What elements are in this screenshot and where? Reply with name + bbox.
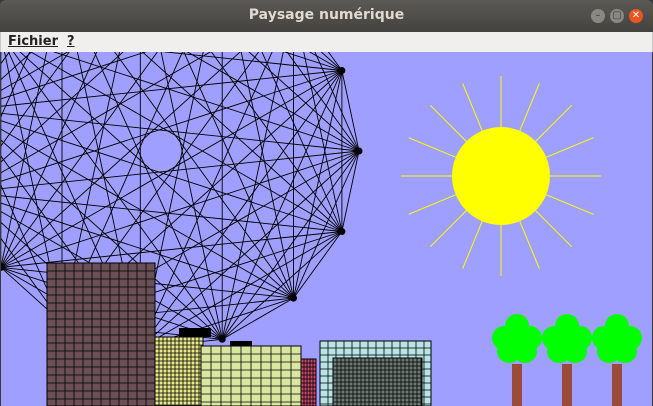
polygon-vertex	[290, 294, 297, 302]
building-3	[200, 345, 302, 406]
tree-trunk	[612, 364, 622, 406]
rooftop-block	[179, 328, 211, 337]
maximize-button[interactable]: ▢	[610, 9, 624, 23]
close-button[interactable]: ✕	[629, 9, 643, 23]
landscape-drawing	[1, 52, 652, 406]
app-window: Paysage numérique – ▢ ✕ Fichier ?	[0, 0, 653, 406]
building-5-door	[332, 357, 423, 406]
title-bar[interactable]: Paysage numérique – ▢ ✕	[0, 0, 653, 32]
polygon-vertex	[338, 67, 346, 74]
tree-trunk	[562, 364, 572, 406]
tree-foliage	[505, 330, 529, 354]
menu-bar: Fichier ?	[0, 32, 653, 52]
building-1	[46, 262, 156, 406]
building-4	[300, 358, 317, 406]
polygon-vertex	[218, 335, 226, 343]
drawing-canvas	[1, 52, 652, 406]
sun	[452, 127, 550, 225]
building-2	[154, 336, 204, 406]
polygon-vertex	[338, 228, 346, 235]
menu-help[interactable]: ?	[67, 34, 75, 49]
tree-foliage	[555, 330, 579, 354]
polygon-vertex	[355, 147, 363, 155]
tree-trunk	[512, 364, 522, 406]
menu-fichier[interactable]: Fichier	[8, 34, 58, 49]
tree-foliage	[605, 330, 629, 354]
window-title: Paysage numérique	[248, 7, 405, 23]
minimize-button[interactable]: –	[591, 9, 605, 23]
rooftop-block	[230, 341, 252, 346]
